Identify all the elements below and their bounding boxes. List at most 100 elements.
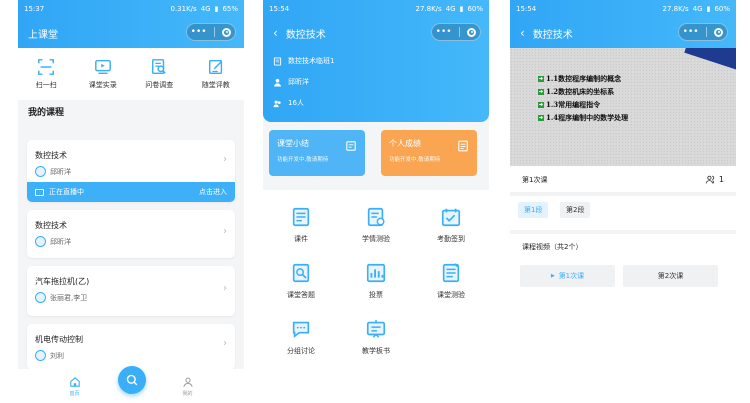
slide-line: ➔ 1.3常用编程指令 — [538, 100, 628, 110]
course-teacher: 张丽君,李卫 — [35, 292, 87, 303]
course-teacher: 邱昕洋 — [35, 166, 71, 177]
people-info: 16人 — [273, 98, 304, 108]
viewer-count[interactable]: 1 — [705, 174, 724, 185]
avatar-icon — [35, 292, 46, 303]
quick-evaluate[interactable]: 随堂评教 — [191, 58, 241, 90]
course-card[interactable]: 数控技术 邱昕洋 › — [27, 210, 235, 258]
arrow-right-icon: ➔ — [538, 102, 544, 108]
avatar-icon — [35, 166, 46, 177]
answer-icon — [292, 263, 310, 283]
back-icon[interactable]: ‹ — [520, 26, 525, 40]
segment-2[interactable]: 第2段 — [560, 202, 591, 218]
live-status: 正在直播中 — [49, 188, 84, 196]
course-card[interactable]: 数控技术 邱昕洋 › 正在直播中 点击进入 — [27, 140, 235, 202]
status-bar: 15:37 0.31K/s 4G ▮ 65% — [18, 0, 244, 18]
course-name: 机电传动控制 — [35, 335, 83, 344]
course-name: 汽车拖拉机(乙) — [35, 277, 90, 286]
video-button-label: 第1次课 — [558, 272, 585, 280]
teacher-name: 邱昕洋 — [50, 167, 71, 176]
evaluate-icon — [208, 59, 222, 75]
teacher-info: 邱昕洋 — [273, 77, 309, 87]
feature-board[interactable]: 教学板书 — [341, 318, 411, 356]
segment-1[interactable]: 第1段 — [518, 202, 549, 218]
video-button-2[interactable]: 第2次课 — [623, 265, 718, 287]
quick-scan[interactable]: 扫一扫 — [21, 58, 71, 90]
status-battery: 65% — [222, 5, 238, 13]
quick-survey[interactable]: 问卷调查 — [134, 58, 184, 90]
survey-icon — [152, 59, 167, 75]
segment-label: 第1段 — [524, 206, 543, 214]
lesson-header: 第1次课 1 — [510, 174, 736, 185]
feature-test[interactable]: 课堂测验 — [416, 262, 486, 300]
tab-mine-label: 我的 — [182, 390, 193, 397]
feature-label: 教学板书 — [362, 347, 390, 355]
avatar-icon — [35, 350, 46, 361]
class-icon — [273, 56, 282, 66]
live-banner[interactable]: 正在直播中 点击进入 — [27, 182, 235, 202]
status-bar: 15:54 27.8K/s 4G ▮ 60% — [510, 0, 736, 18]
test-icon — [442, 263, 460, 283]
miniapp-capsule[interactable]: ••• — [431, 23, 481, 41]
slide-line-text: 1.3常用编程指令 — [546, 100, 601, 109]
close-icon[interactable] — [222, 27, 232, 37]
feature-vote[interactable]: 投票 — [341, 262, 411, 300]
course-name: 数控技术 — [35, 151, 67, 160]
course-card[interactable]: 汽车拖拉机(乙) 张丽君,李卫 › — [27, 266, 235, 316]
capsule-divider — [458, 27, 460, 37]
status-speed: 27.8K/s — [662, 5, 689, 13]
lesson-label: 第1次课 — [522, 175, 548, 184]
tab-home[interactable]: 首页 — [50, 376, 100, 397]
feature-answer[interactable]: 课堂答题 — [266, 262, 336, 300]
tile-personal-score[interactable]: 个人成绩 功能开发中,敬请期待 — [381, 130, 477, 176]
feature-courseware[interactable]: 课件 — [266, 206, 336, 244]
quiz-icon — [367, 207, 385, 227]
close-icon[interactable] — [714, 27, 724, 37]
video-button-1[interactable]: ▶ 第1次课 — [520, 265, 615, 287]
feature-discussion[interactable]: 分组讨论 — [266, 318, 336, 356]
quick-evaluate-label: 随堂评教 — [201, 81, 230, 89]
home-icon — [69, 376, 80, 387]
feature-label: 课件 — [294, 235, 308, 243]
board-icon — [366, 319, 386, 338]
slide-viewer[interactable]: ➔ 1.1数控程序编制的概念 ➔ 1.2数控机床的坐标系 ➔ 1.3常用编程指令 ➔ 1… — [510, 48, 736, 166]
slide-line: ➔ 1.1数控程序编制的概念 — [538, 74, 628, 84]
more-icon[interactable]: ••• — [683, 27, 699, 37]
teacher-name: 邱昕洋 — [288, 78, 309, 86]
back-icon[interactable]: ‹ — [273, 26, 278, 40]
segment-label: 第2段 — [566, 206, 585, 214]
tab-mine[interactable]: 我的 — [163, 376, 213, 397]
arrow-right-icon: ➔ — [538, 76, 544, 82]
screen-course-detail: 15:54 27.8K/s 4G ▮ 60% ‹ 数控技术 ••• 数控技术临班… — [263, 0, 489, 403]
close-icon[interactable] — [467, 27, 477, 37]
feature-attendance[interactable]: 考勤签到 — [416, 206, 486, 244]
miniapp-capsule[interactable]: ••• — [678, 23, 728, 41]
status-network: 4G — [445, 5, 456, 13]
quick-scan-label: 扫一扫 — [35, 81, 57, 89]
chevron-right-icon: › — [223, 226, 227, 237]
divider — [510, 192, 736, 196]
feature-quiz[interactable]: 学情测验 — [341, 206, 411, 244]
search-icon — [126, 374, 138, 386]
more-icon[interactable]: ••• — [436, 27, 452, 37]
feature-label: 投票 — [369, 291, 383, 299]
live-enter-link[interactable]: 点击进入 — [199, 187, 227, 197]
quick-video[interactable]: 课堂实录 — [78, 58, 128, 90]
status-bar: 15:54 27.8K/s 4G ▮ 60% — [263, 0, 489, 18]
feature-label: 课堂测验 — [437, 291, 465, 299]
class-name: 数控技术临班1 — [288, 57, 335, 65]
quick-video-label: 课堂实录 — [88, 81, 117, 89]
tab-home-label: 首页 — [69, 390, 80, 397]
status-speed: 27.8K/s — [415, 5, 442, 13]
screen-home: 15:37 0.31K/s 4G ▮ 65% 上课堂 ••• 扫一扫 课堂实录 … — [18, 0, 244, 403]
quick-survey-label: 问卷调查 — [145, 81, 174, 89]
capsule-divider — [705, 27, 707, 37]
tile-class-summary[interactable]: 课堂小结 功能开发中,敬请期待 — [269, 130, 365, 176]
course-card[interactable]: 机电传动控制 刘利 › — [27, 324, 235, 370]
section-title: 我的课程 — [28, 108, 65, 118]
more-icon[interactable]: ••• — [191, 27, 207, 37]
search-button[interactable] — [118, 366, 146, 394]
battery-icon: ▮ — [214, 5, 219, 13]
miniapp-capsule[interactable]: ••• — [186, 23, 236, 41]
feature-label: 学情测验 — [362, 235, 390, 243]
video-icon — [94, 59, 111, 75]
